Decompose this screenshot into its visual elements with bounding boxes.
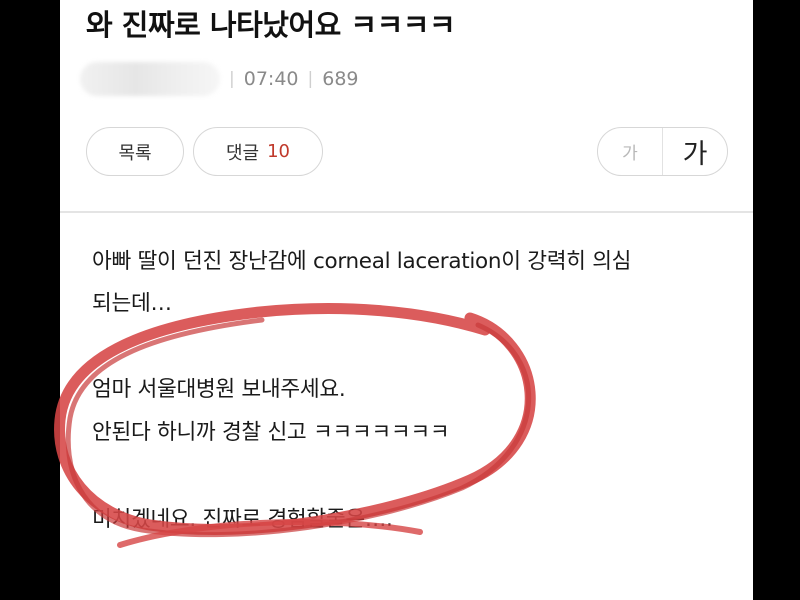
post-meta: | 07:40 | 689: [80, 62, 359, 96]
font-size-large-label: 가: [682, 139, 708, 170]
font-size-small-button[interactable]: 가: [598, 128, 663, 175]
list-button[interactable]: 목록: [86, 127, 184, 176]
content-divider: [60, 211, 753, 213]
view-count: 689: [322, 68, 359, 90]
font-size-toggle: 가 가: [597, 127, 728, 176]
list-button-label: 목록: [118, 142, 152, 164]
font-size-large-button[interactable]: 가: [663, 128, 727, 175]
body-line: 안된다 하니까 경찰 신고 ㅋㅋㅋㅋㅋㅋㅋ: [92, 420, 450, 445]
comments-button[interactable]: 댓글 10: [193, 127, 323, 176]
body-line: 엄마 서울대병원 보내주세요.: [92, 377, 346, 402]
meta-divider: |: [307, 69, 314, 89]
post-title: 와 진짜로 나타났어요 ㅋㅋㅋㅋ: [86, 8, 456, 42]
body-line: 되는데…: [92, 291, 172, 316]
comments-button-label: 댓글: [225, 142, 260, 164]
meta-divider: |: [229, 69, 235, 89]
body-line: 미치겠네요. 진짜로 경험할줄은….: [92, 507, 393, 532]
body-line: 아빠 딸이 던진 장난감에 corneal laceration이 강력히 의심: [92, 249, 632, 274]
font-size-small-label: 가: [622, 144, 638, 164]
post-time: 07:40: [243, 68, 299, 90]
author-name-blurred[interactable]: [80, 62, 220, 96]
post-page: 와 진짜로 나타났어요 ㅋㅋㅋㅋ | 07:40 | 689 목록 댓글 10 …: [60, 0, 753, 600]
comments-count: 10: [267, 141, 291, 162]
